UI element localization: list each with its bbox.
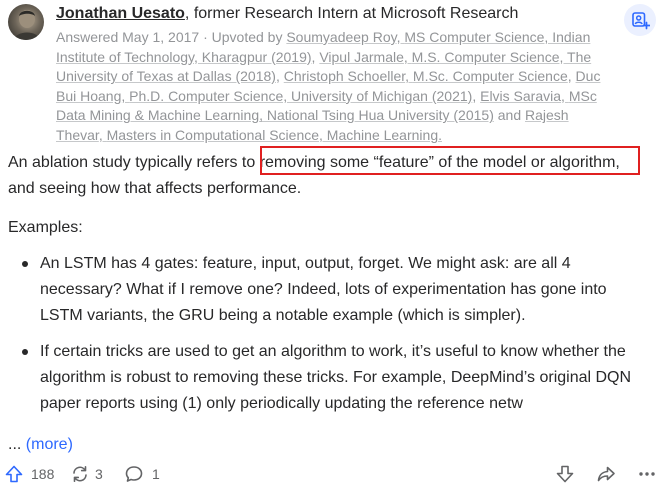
follow-user-button[interactable] — [624, 4, 656, 36]
paragraph-text: An ablation study typically refers to — [8, 154, 260, 171]
answer-paragraph: An ablation study typically refers to re… — [8, 150, 648, 202]
more-line: ... (more) — [8, 433, 73, 457]
answer-meta: Answered May 1, 2017 · Upvoted by Soumya… — [56, 29, 601, 143]
follow-user-icon — [632, 12, 650, 30]
highlighted-text: removing some “feature” of the model or … — [259, 154, 620, 171]
more-link[interactable]: (more) — [26, 436, 73, 453]
examples-label: Examples: — [8, 219, 83, 236]
downvote-button[interactable] — [555, 461, 575, 487]
answer-body: An ablation study typically refers to re… — [8, 150, 648, 427]
author-line: Jonathan Uesato, former Research Intern … — [56, 4, 518, 24]
list-item-text: An LSTM has 4 gates: feature, input, out… — [40, 255, 607, 324]
downvote-icon — [556, 465, 574, 483]
action-bar: 188 3 1 — [0, 461, 672, 487]
avatar-photo — [14, 10, 40, 40]
paragraph-text: and seeing how that affects performance. — [8, 180, 302, 197]
avatar[interactable] — [8, 4, 44, 40]
share-icon — [597, 466, 615, 482]
ellipsis: ... — [8, 436, 26, 453]
list-item-text: If certain tricks are used to get an alg… — [40, 343, 632, 412]
reshare-icon — [73, 466, 87, 482]
bullet-dot — [22, 349, 28, 355]
more-options-button[interactable] — [637, 461, 657, 487]
reshare-count: 3 — [95, 466, 103, 482]
more-icon — [639, 472, 655, 476]
upvote-icon — [5, 465, 23, 483]
answered-date: Answered May 1, 2017 · Upvoted by — [56, 29, 287, 45]
author-credential: , former Research Intern at Microsoft Re… — [184, 5, 519, 22]
list-item: An LSTM has 4 gates: feature, input, out… — [8, 251, 648, 329]
comment-button[interactable]: 1 — [124, 461, 160, 487]
author-name[interactable]: Jonathan Uesato — [56, 5, 185, 22]
share-button[interactable] — [596, 461, 616, 487]
examples-list: An LSTM has 4 gates: feature, input, out… — [8, 251, 648, 417]
list-item: If certain tricks are used to get an alg… — [8, 339, 648, 417]
bullet-dot — [22, 261, 28, 267]
comment-count: 1 — [152, 466, 160, 482]
upvote-count: 188 — [31, 466, 55, 482]
reshare-button[interactable]: 3 — [70, 461, 103, 487]
comment-icon — [125, 466, 143, 482]
upvote-button[interactable]: 188 — [4, 461, 54, 487]
upvoter-link[interactable]: Christoph Schoeller, M.Sc. Computer Scie… — [284, 68, 568, 84]
